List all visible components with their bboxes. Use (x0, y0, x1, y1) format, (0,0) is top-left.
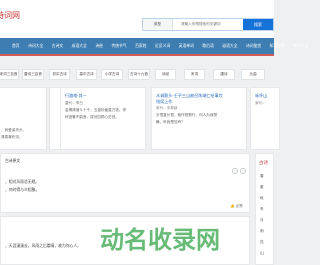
poem-card-author: 宋代： (255, 100, 266, 105)
nav-item-synonyms[interactable]: 近反义词 (155, 43, 170, 49)
poem-card[interactable]: 咏怀山 宋代： (250, 87, 280, 150)
tag-tang-shi[interactable]: 唐诗 (213, 69, 235, 80)
poem-detail-panel: 古诗原文 ，相对风雨总无眠。 ，何时得与众相聚。 (0, 153, 250, 213)
nav-item-knowledge[interactable]: 知识大全 (293, 43, 308, 49)
tag-primary-school[interactable]: 小学古诗 (101, 69, 123, 80)
tag-song-ci-300[interactable]: 宋词三百首 (0, 69, 19, 80)
sidebar-item[interactable]: 花 (260, 240, 264, 245)
poem-card-title[interactable]: 咏怀山 (255, 93, 275, 99)
like-button[interactable]: 👍 点赞 (230, 204, 243, 209)
main-nav: 首页 诗词大全 古诗文 成语大全 诗经 传统节气 百家姓 近反义词 英语单词 歇… (0, 38, 309, 56)
sidebar-heading: 古诗 (259, 161, 268, 166)
poem-card-line: 杯投箸不能食，拔剑四顾心茫然。 (65, 114, 119, 119)
search-box: 类型 搜索 (142, 18, 274, 31)
copy-icon[interactable] (232, 168, 238, 174)
sidebar: 古诗 春 夏 秋 冬 月 雨 花 山 (255, 153, 274, 265)
poem-card-author: 唐代：李白 (65, 100, 83, 105)
nav-item-qa[interactable]: 知识问答 (270, 43, 285, 49)
nav-item-riddles[interactable]: 谜语大全 (222, 43, 237, 49)
poem-card-line: ，我爱溪舟头， (1, 128, 27, 132)
sidebar-item[interactable]: 月 (260, 218, 264, 223)
tag-middle-school[interactable]: 初中古诗 (49, 69, 70, 80)
poem-cards: ，我爱溪舟头， 清泉瀑布流， 行路难·其一 唐代：李白 金樽清酒斗十千，玉盘珍羞… (0, 87, 280, 150)
nav-item-home[interactable]: 首页 (12, 43, 20, 49)
poem-card[interactable]: ，我爱溪舟头， 清泉瀑布流， (0, 87, 47, 150)
site-logo[interactable]: 诗词网 (0, 10, 20, 21)
nav-item-xiehouyu[interactable]: 歇后语 (202, 43, 213, 49)
watermark-logo: 动名收录网 (100, 226, 220, 254)
sidebar-item[interactable]: 夏 (260, 185, 264, 190)
tag-song-ci[interactable]: 宋词 (184, 69, 205, 80)
poem-detail-title: 古诗原文 (5, 158, 21, 163)
poem-card-line: 清泉瀑布流， (1, 135, 23, 139)
tag-nineteen-poems[interactable]: 古诗十九首 (128, 69, 150, 80)
search-input[interactable] (173, 19, 243, 30)
thumbs-up-icon: 👍 (230, 204, 235, 208)
tag-high-school[interactable]: 高中古诗 (76, 69, 97, 80)
poem-card-title[interactable]: 行路难·其一 (65, 93, 141, 99)
poem-card-line: 金樽清酒斗十千，玉盘珍羞直万钱。停 (65, 107, 127, 112)
nav-item-solar-terms[interactable]: 传统节气 (111, 43, 126, 49)
nav-item-poems[interactable]: 诗词大全 (28, 43, 43, 49)
poem-card-line: 舞，听我楚狂声？ (156, 120, 185, 124)
like-label: 点赞 (235, 204, 243, 208)
sidebar-item[interactable]: 山 (260, 251, 264, 256)
tag-shijing[interactable]: 诗经 (155, 69, 176, 80)
sidebar-item[interactable]: 春 (260, 174, 264, 179)
poem-detail-line: ，相对风雨总无眠。 (5, 179, 40, 184)
poem-detail-line: ，何时得与众相聚。 (5, 187, 40, 192)
nav-item-book-of-songs[interactable]: 诗经 (95, 43, 103, 49)
poem-detail-line: ，天涯漫漫去，风雨之后看晴，故为何心人。 (5, 243, 81, 248)
nav-item-surnames[interactable]: 百家姓 (135, 43, 146, 49)
tag-yuan-qu[interactable]: 元曲 (241, 69, 265, 80)
poem-card-title-cont[interactable]: 饯席上作 (156, 99, 242, 105)
sidebar-item[interactable]: 秋 (260, 196, 264, 201)
nav-item-appreciation[interactable]: 诗词鉴赏 (246, 43, 261, 49)
tag-tang-300[interactable]: 唐诗三百首 (22, 69, 44, 80)
share-icon[interactable] (240, 168, 246, 174)
search-category-select[interactable]: 类型 (143, 19, 173, 30)
poem-card-line: 长恨复长恨，裁作短歌行。何人为我楚 (156, 113, 218, 117)
search-button[interactable]: 搜索 (243, 19, 273, 30)
poem-card-author: 宋代：辛弃疾 (156, 106, 178, 110)
nav-item-classics[interactable]: 古诗文 (52, 43, 63, 49)
sidebar-item[interactable]: 冬 (260, 207, 264, 212)
nav-item-idioms[interactable]: 成语大全 (72, 43, 87, 49)
tag-strip: 宋词三百首 唐诗三百首 初中古诗 高中古诗 小学古诗 古诗十九首 诗经 宋词 唐… (0, 60, 274, 87)
sidebar-item[interactable]: 雨 (260, 229, 264, 234)
top-bar: 诗词网 类型 搜索 (0, 0, 274, 38)
poem-card[interactable]: 行路难·其一 唐代：李白 金樽清酒斗十千，玉盘珍羞直万钱。停 杯投箸不能食，拔剑… (60, 87, 146, 150)
poem-card[interactable]: 水调歌头·壬子三山被召陈端仁给事饮 饯席上作 宋代：辛弃疾 长恨复长恨，裁作短歌… (151, 87, 247, 150)
nav-item-english[interactable]: 英语单词 (179, 43, 194, 49)
